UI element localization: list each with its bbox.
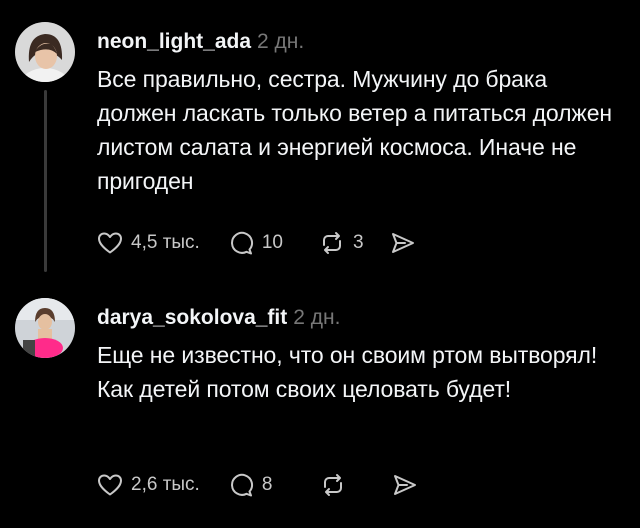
comment-2: darya_sokolova_fit 2 дн. Еще не известно,… (0, 290, 640, 528)
timestamp: 2 дн. (257, 30, 305, 53)
username[interactable]: neon_light_ada (97, 30, 251, 53)
repost-button[interactable]: 3 (319, 230, 364, 256)
reply-button[interactable]: 8 (228, 472, 273, 498)
username[interactable]: darya_sokolova_fit (97, 306, 287, 329)
share-button[interactable] (392, 472, 418, 498)
reply-count: 8 (261, 474, 273, 495)
heart-icon (98, 474, 122, 496)
comment-text: Все правильно, сестра. Мужчину до брака … (97, 66, 612, 194)
comment-1: neon_light_ada 2 дн. Все правильно, сестр… (0, 0, 640, 290)
share-icon (391, 233, 414, 253)
comment-header: darya_sokolova_fit 2 дн. (97, 304, 616, 332)
reply-count: 10 (261, 232, 283, 253)
like-count: 4,5 тыс. (131, 232, 200, 253)
repost-icon (322, 232, 341, 254)
repost-count: 3 (352, 232, 364, 253)
like-button[interactable]: 2,6 тыс. (97, 473, 200, 497)
thread-line (44, 90, 47, 272)
comment-header: neon_light_ada 2 дн. (97, 28, 616, 56)
comment-text: Еще не известно, что он своим ртом вытво… (97, 342, 598, 402)
avatar[interactable] (15, 22, 75, 82)
like-count: 2,6 тыс. (131, 474, 200, 495)
comment-icon (230, 473, 253, 497)
repost-button[interactable] (320, 472, 346, 498)
comment-icon (230, 231, 253, 255)
action-bar: 2,6 тыс. 8 (97, 468, 418, 502)
avatar[interactable] (15, 298, 75, 358)
timestamp: 2 дн. (293, 306, 341, 329)
action-bar: 4,5 тыс. 10 3 (97, 226, 416, 260)
share-button[interactable] (390, 230, 416, 256)
reply-button[interactable]: 10 (228, 230, 283, 256)
heart-icon (98, 232, 122, 254)
share-icon (394, 475, 417, 495)
like-button[interactable]: 4,5 тыс. (97, 231, 200, 255)
repost-icon (324, 474, 343, 496)
